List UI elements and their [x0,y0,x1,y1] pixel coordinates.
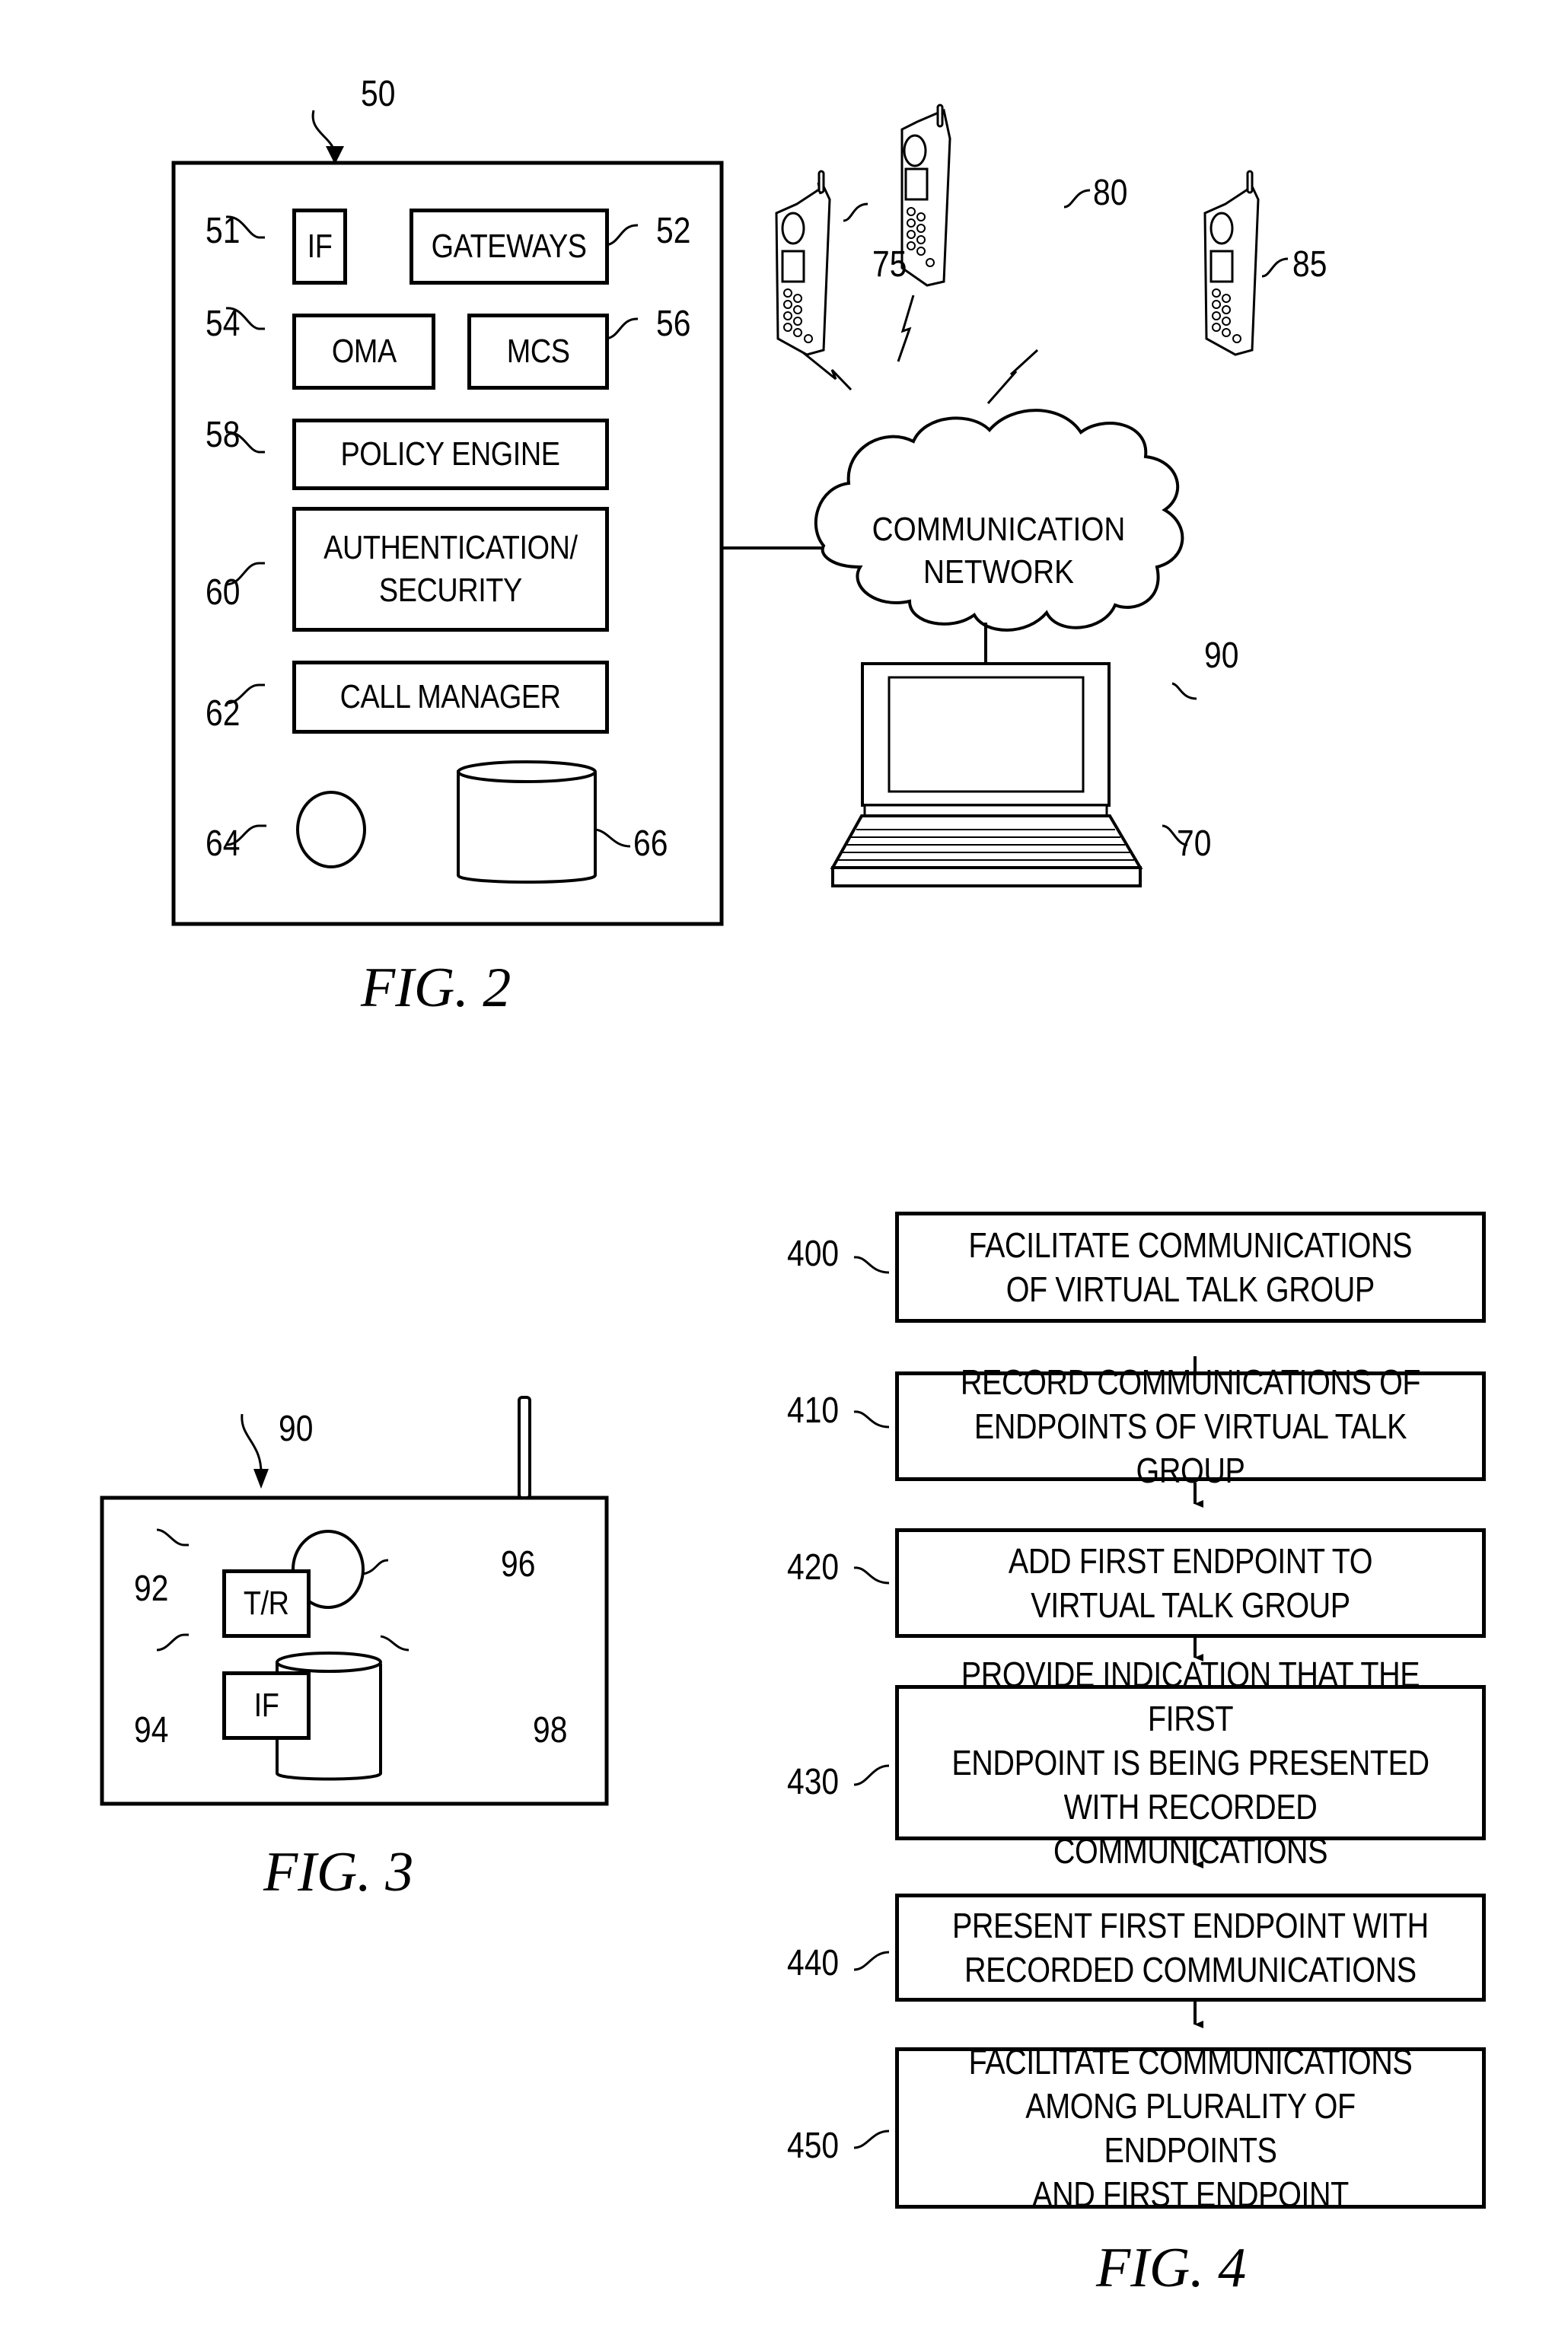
device-ref-arrow [241,1413,263,1477]
database-cylinder-66 [457,760,597,884]
fig4-caption: FIG. 4 [1096,2237,1247,2299]
ref-420: 420 [787,1547,840,1588]
component-authentication-security: AUTHENTICATION/ SECURITY [292,507,609,632]
ref-52: 52 [656,211,691,251]
server-ref-arrow [311,110,336,157]
component-oma: OMA [292,314,435,390]
flow-step-410: RECORD COMMUNICATIONS OF ENDPOINTS OF VI… [895,1362,1486,1490]
ref-64: 64 [206,823,241,864]
ref-56: 56 [656,304,691,344]
flow-step-420: ADD FIRST ENDPOINT TO VIRTUAL TALK GROUP [895,1528,1486,1638]
ref-80: 80 [1093,173,1128,213]
ref-430: 430 [787,1762,840,1802]
ref-450: 450 [787,2126,840,2166]
leader-lines-fig4 [853,1256,890,2149]
ref-62: 62 [206,693,241,734]
device-antenna [518,1396,531,1499]
processor-circle-64 [296,791,366,868]
ref-410: 410 [787,1390,840,1431]
ref-400: 400 [787,1234,840,1274]
mobile-phone-75 [775,170,831,356]
ref-66: 66 [633,823,668,864]
ref-98: 98 [533,1710,568,1750]
fig2-caption: FIG. 2 [361,957,512,1019]
wireless-links [799,295,1039,404]
fig3-caption: FIG. 3 [263,1841,414,1903]
flow-step-400: FACILITATE COMMUNICATIONS OF VIRTUAL TAL… [895,1212,1486,1323]
mobile-phone-80 [900,104,951,287]
flow-step-450: FACILITATE COMMUNICATIONS AMONG PLURALIT… [895,2042,1486,2214]
component-mcs: MCS [467,314,609,390]
laptop-70 [830,662,1143,887]
ref-50: 50 [361,74,396,114]
ref-58: 58 [206,415,241,455]
ref-94: 94 [134,1710,169,1750]
ref-51: 51 [206,211,241,251]
component-policy-engine: POLICY ENGINE [292,419,609,490]
ref-54: 54 [206,304,241,344]
ref-75: 75 [872,244,907,285]
component-tr: T/R [222,1569,311,1638]
component-gateways: GATEWAYS [410,209,609,285]
ref-85: 85 [1292,244,1327,285]
ref-96: 96 [501,1544,536,1585]
ref-60: 60 [206,572,241,613]
component-if: IF [292,209,347,285]
flow-step-430: PROVIDE INDICATION THAT THE FIRST ENDPOI… [895,1655,1486,1871]
component-call-manager: CALL MANAGER [292,661,609,734]
ref-90-device: 90 [279,1409,314,1449]
network-label: COMMUNICATION NETWORK [872,511,1126,591]
ref-440: 440 [787,1943,840,1983]
flow-step-440: PRESENT FIRST ENDPOINT WITH RECORDED COM… [895,1894,1486,2002]
ref-70: 70 [1177,823,1212,864]
ref-92: 92 [134,1569,169,1609]
ref-90-network: 90 [1204,636,1239,676]
mobile-phone-85 [1203,170,1260,356]
component-if-device: IF [222,1671,311,1740]
